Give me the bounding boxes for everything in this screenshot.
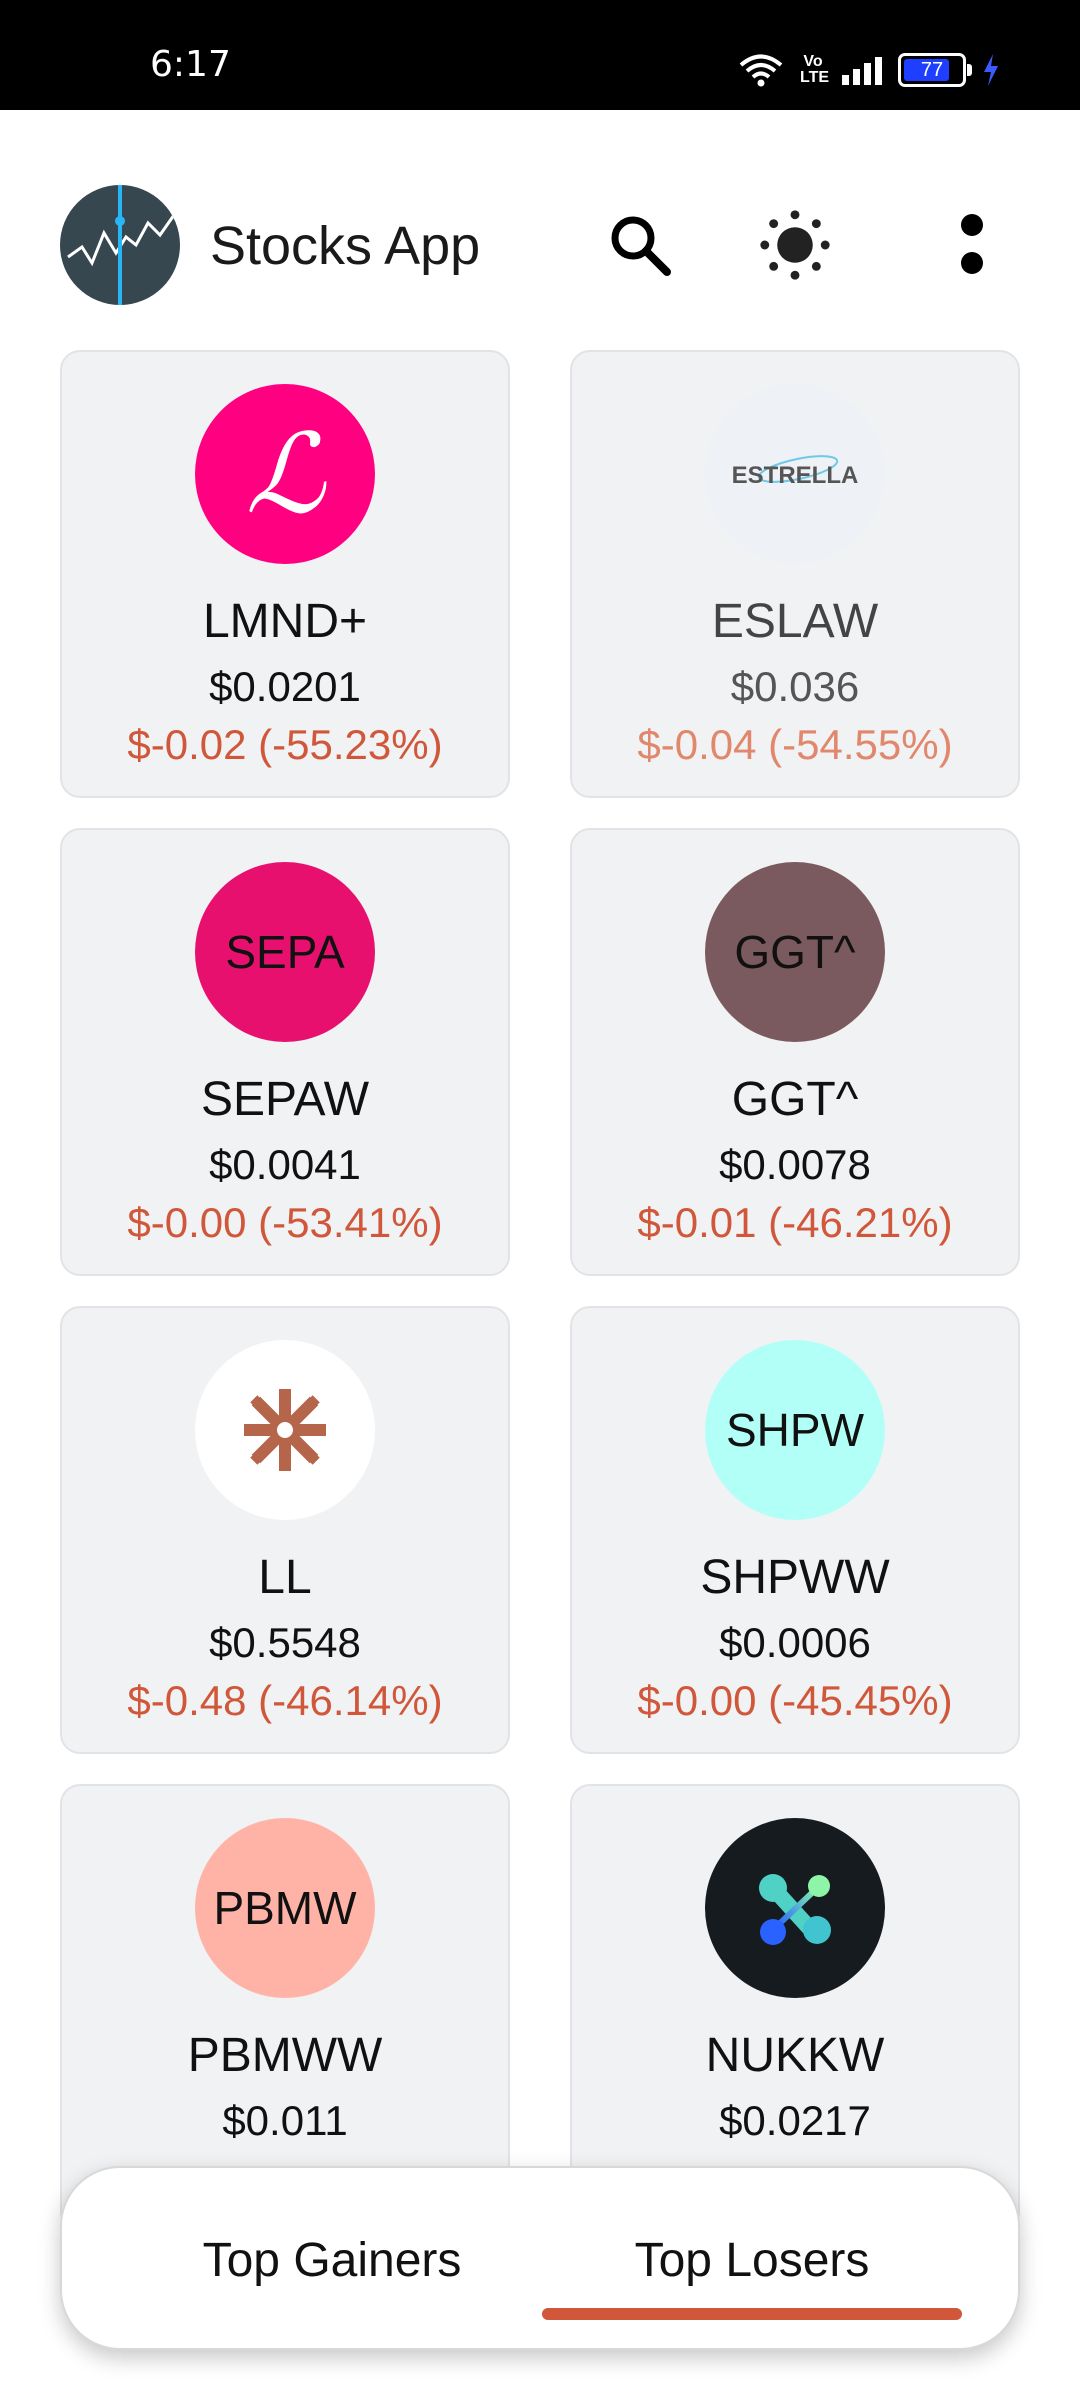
stock-price: $0.0217 [719, 2097, 871, 2144]
stock-price: $0.036 [730, 663, 860, 710]
stock-card[interactable]: ℒ LMND+ $0.0201 $-0.02 (-55.23%) [60, 350, 510, 798]
lemonade-logo-icon: ℒ [195, 384, 375, 564]
stock-card[interactable]: SHPW SHPWW $0.0006 $-0.00 (-45.45%) [570, 1306, 1020, 1754]
stock-price: $0.011 [222, 2097, 348, 2144]
stock-price: $0.0006 [719, 1619, 871, 1666]
search-icon [611, 216, 671, 276]
svg-text:ESTRELLA: ESTRELLA [732, 462, 859, 489]
selected-tab-indicator [542, 2308, 962, 2320]
stock-card[interactable]: PBMW PBMWW $0.011 [60, 1784, 510, 2232]
battery-icon: 77 [898, 53, 972, 87]
stock-price: $0.0078 [719, 1141, 871, 1188]
tab-top-gainers[interactable]: Top Gainers [117, 2168, 547, 2352]
charging-bolt-icon [984, 54, 998, 86]
stock-card[interactable]: NUKKW $0.0217 [570, 1784, 1020, 2232]
theme-toggle-button[interactable] [755, 205, 835, 285]
more-options-button[interactable] [932, 205, 1012, 285]
search-button[interactable] [600, 205, 680, 285]
stock-symbol: GGT^ [731, 1073, 859, 1126]
stock-price: $0.0201 [209, 663, 361, 710]
stock-change: $-0.04 (-54.55%) [637, 721, 953, 768]
brightness-icon [760, 210, 830, 280]
status-bar: 6:17 Vo LTE 77 [0, 0, 1080, 110]
status-icons: Vo LTE 77 [738, 50, 1000, 90]
stock-symbol: PBMWW [187, 2029, 383, 2082]
tab-top-losers[interactable]: Top Losers [537, 2168, 967, 2352]
bottom-tab-bar: Top Gainers Top Losers [60, 2166, 1020, 2350]
stock-logo-text: SEPA [195, 862, 375, 1042]
stock-card[interactable]: SEPA SEPAW $0.0041 $-0.00 (-53.41%) [60, 828, 510, 1276]
stock-change: $-0.01 (-46.21%) [637, 1199, 953, 1246]
stock-logo-text: GGT^ [705, 862, 885, 1042]
signal-strength-icon [842, 55, 882, 85]
stock-symbol: ESLAW [711, 595, 879, 648]
stock-change: $-0.48 (-46.14%) [127, 1677, 443, 1724]
stock-change: $-0.00 (-45.45%) [637, 1677, 953, 1724]
app-bar: Stocks App [0, 110, 1080, 340]
volte-indicator: Vo LTE [800, 53, 830, 86]
stock-logo-text: PBMW [195, 1818, 375, 1998]
nukkleus-logo-icon [705, 1818, 885, 1998]
battery-level: 77 [920, 58, 944, 81]
stock-symbol: SHPWW [700, 1551, 890, 1604]
stock-change: $-0.00 (-53.41%) [127, 1199, 443, 1246]
stock-change: $-0.02 (-55.23%) [127, 721, 443, 768]
stock-card[interactable]: ESTRELLA ESLAW $0.036 $-0.04 (-54.55%) [570, 350, 1020, 798]
stock-symbol: LL [258, 1551, 312, 1604]
lumber-liquidators-logo-icon [195, 1340, 375, 1520]
stock-card[interactable]: LL $0.5548 $-0.48 (-46.14%) [60, 1306, 510, 1754]
app-logo [60, 185, 180, 305]
stock-logo-text: SHPW [705, 1340, 885, 1520]
status-time: 6:17 [150, 44, 231, 85]
stock-grid: ℒ LMND+ $0.0201 $-0.02 (-55.23%) ESTRELLA ESL… [60, 350, 1020, 2232]
estrella-logo-icon: ESTRELLA [705, 384, 885, 564]
stock-symbol: SEPAW [200, 1073, 370, 1126]
stock-card[interactable]: GGT^ GGT^ $0.0078 $-0.01 (-46.21%) [570, 828, 1020, 1276]
app-title: Stocks App [210, 216, 481, 276]
wifi-icon [739, 54, 783, 87]
stock-chart-logo-icon [67, 185, 176, 305]
stock-price: $0.5548 [209, 1619, 361, 1666]
stock-symbol: LMND+ [202, 595, 368, 648]
stock-symbol: NUKKW [705, 2029, 885, 2082]
stock-price: $0.0041 [209, 1141, 361, 1188]
more-vert-icon [961, 214, 983, 274]
